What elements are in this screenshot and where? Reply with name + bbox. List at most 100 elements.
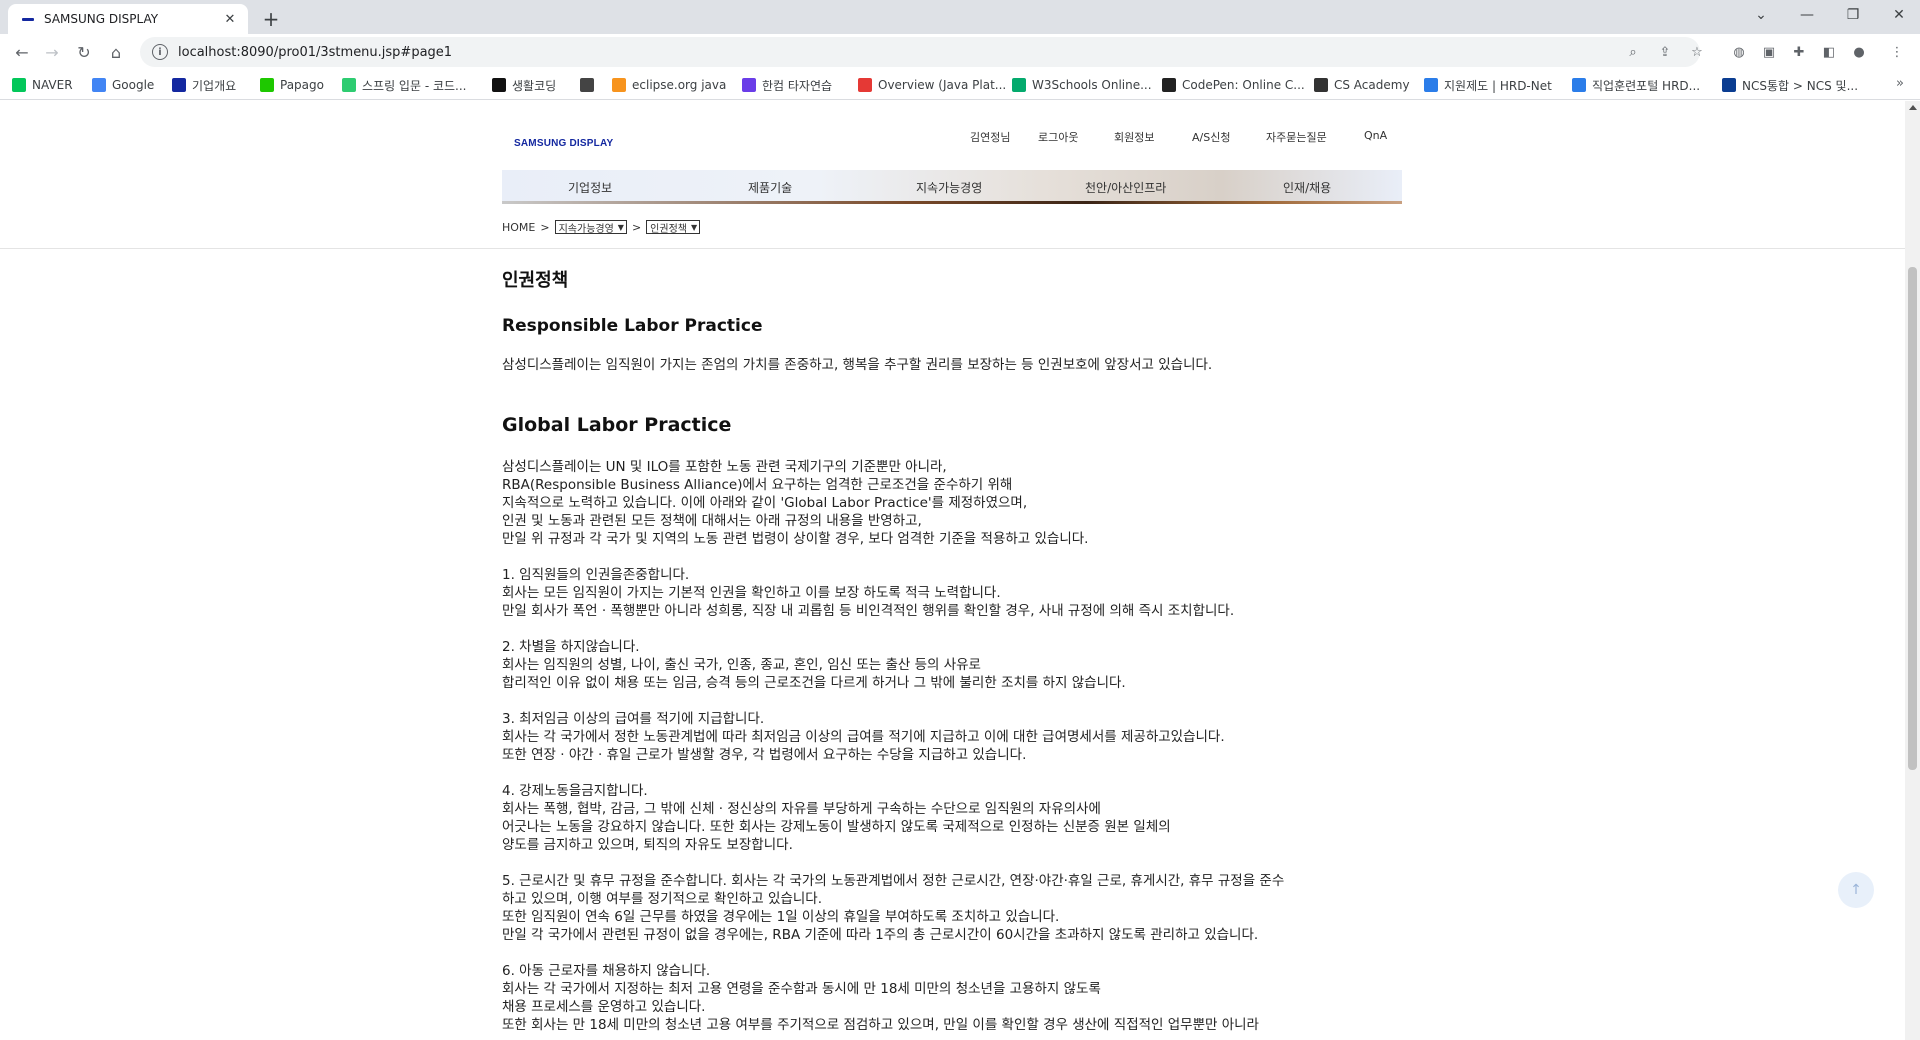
page-viewport: SAMSUNG DISPLAY 김연정님 로그아웃 회원정보 A/S신청 자주묻… xyxy=(0,101,1905,1040)
forward-arrow-icon[interactable]: → xyxy=(38,38,66,66)
hrd-net-icon xyxy=(1424,78,1438,92)
profile-avatar-icon[interactable]: ● xyxy=(1848,41,1870,63)
breadcrumb: HOME > 지속가능경영 ▼ > 인권정책 ▼ xyxy=(502,218,705,236)
back-arrow-icon[interactable]: ← xyxy=(8,38,36,66)
share-icon[interactable]: ⇪ xyxy=(1656,43,1674,61)
scroll-to-top-icon[interactable]: ↑ xyxy=(1838,872,1874,908)
policy-text-line: 어긋나는 노동을 강요하지 않습니다. 또한 회사는 강제노동이 발생하지 않도… xyxy=(502,819,1171,835)
policy-text-line: 하고 있으며, 이행 여부를 정기적으로 확인하고 있습니다. xyxy=(502,891,822,907)
breadcrumb-page-select[interactable]: 인권정책 ▼ xyxy=(646,220,701,235)
close-window-button[interactable]: ✕ xyxy=(1876,0,1920,30)
address-bar[interactable]: i localhost:8090/pro01/3stmenu.jsp#page1 xyxy=(140,37,1700,67)
page-scrollbar[interactable] xyxy=(1905,101,1920,1040)
as-request-link[interactable]: A/S신청 xyxy=(1192,129,1230,145)
nav-product-tech[interactable]: 제품기술 xyxy=(748,179,792,196)
tab-title: SAMSUNG DISPLAY xyxy=(44,12,159,26)
breadcrumb-home[interactable]: HOME xyxy=(502,221,535,234)
nav-sustainability[interactable]: 지속가능경영 xyxy=(916,179,982,196)
nav-recruit[interactable]: 인재/채용 xyxy=(1283,179,1331,196)
bookmarks-bar: NAVER Google 기업개요 Papago 스프링 입문 - 코드... … xyxy=(0,70,1920,100)
bookmark-item[interactable]: W3Schools Online... xyxy=(1012,76,1152,94)
eclipse-icon xyxy=(612,78,626,92)
bookmark-item[interactable]: CS Academy xyxy=(1314,76,1410,94)
minimize-button[interactable]: — xyxy=(1784,0,1830,30)
samsung-display-logo[interactable]: SAMSUNG DISPLAY xyxy=(514,138,613,149)
policy-text-line: 회사는 모든 임직원이 가지는 기본적 인권을 확인하고 이를 보장 하도록 적… xyxy=(502,585,1001,601)
policy-text-line: 만일 각 국가에서 관련된 규정이 없을 경우에는, RBA 기준에 따라 1주… xyxy=(502,927,1259,943)
section-title-responsible: Responsible Labor Practice xyxy=(502,316,763,336)
ncs-icon xyxy=(1722,78,1736,92)
bookmark-item[interactable]: Google xyxy=(92,76,154,94)
policy-text-line: 만일 회사가 폭언 · 폭행뿐만 아니라 성희롱, 직장 내 괴롭힘 등 비인격… xyxy=(502,603,1235,619)
extension-icon[interactable]: ◍ xyxy=(1728,41,1750,63)
extensions-puzzle-icon[interactable]: ✚ xyxy=(1788,41,1810,63)
browser-toolbar: ← → ↻ ⌂ i localhost:8090/pro01/3stmenu.j… xyxy=(0,34,1920,70)
bookmarks-more-icon[interactable]: » xyxy=(1896,76,1904,91)
tab-close-icon[interactable]: ✕ xyxy=(222,11,238,27)
bookmark-item[interactable]: 한컴 타자연습 xyxy=(742,76,832,94)
samsung-icon xyxy=(172,78,186,92)
w3schools-icon xyxy=(1012,78,1026,92)
side-panel-icon[interactable]: ◧ xyxy=(1818,41,1840,63)
policy-text-line: 6. 아동 근로자를 채용하지 않습니다. xyxy=(502,963,711,979)
main-nav: 기업정보 제품기술 지속가능경영 천안/아산인프라 인재/채용 xyxy=(502,170,1402,204)
policy-text-line: 5. 근로시간 및 휴무 규정을 준수합니다. 회사는 각 국가의 노동관계법에… xyxy=(502,873,1285,889)
scrollbar-thumb[interactable] xyxy=(1908,267,1917,770)
bookmark-item[interactable]: 직업훈련포털 HRD... xyxy=(1572,76,1700,94)
policy-text-block: 삼성디스플레이는 UN 및 ILO를 포함한 노동 관련 국제기구의 기준뿐만 … xyxy=(502,458,1402,1034)
policy-text-line: 인권 및 노동과 관련된 모든 정책에 대해서는 아래 규정의 내용을 반영하고… xyxy=(502,513,922,529)
cs-academy-icon xyxy=(1314,78,1328,92)
chevron-down-icon: ▼ xyxy=(617,222,624,232)
policy-text-line: 회사는 폭행, 협박, 감금, 그 밖에 신체 · 정신상의 자유를 부당하게 … xyxy=(502,801,1101,817)
page-title: 인권정책 xyxy=(502,270,569,291)
breadcrumb-category-select[interactable]: 지속가능경영 ▼ xyxy=(554,220,627,235)
bookmark-item[interactable]: Overview (Java Plat... xyxy=(858,76,1006,94)
home-icon[interactable]: ⌂ xyxy=(102,38,130,66)
policy-text-line: 합리적인 이유 없이 채용 또는 임금, 승격 등의 근로조건을 다르게 하거나… xyxy=(502,675,1126,691)
policy-text-line: 회사는 각 국가에서 지정하는 최저 고용 연령을 준수함과 동시에 만 18세… xyxy=(502,981,1101,997)
bookmark-item[interactable]: Papago xyxy=(260,76,324,94)
nav-infra[interactable]: 천안/아산인프라 xyxy=(1085,179,1166,196)
bookmark-item[interactable]: eclipse.org java xyxy=(612,76,726,94)
bookmark-item[interactable]: 스프링 입문 - 코드... xyxy=(342,76,467,94)
nav-company-info[interactable]: 기업정보 xyxy=(568,179,612,196)
browser-tab[interactable]: SAMSUNG DISPLAY ✕ xyxy=(8,4,248,34)
main-content: 인권정책 Responsible Labor Practice 삼성디스플레이는… xyxy=(502,266,1402,1034)
logout-link[interactable]: 로그아웃 xyxy=(1038,129,1078,145)
tab-strip: SAMSUNG DISPLAY ✕ + ⌄ — ❐ ✕ xyxy=(0,0,1920,34)
zoom-icon[interactable]: ⌕ xyxy=(1624,43,1642,61)
site-info-icon[interactable]: i xyxy=(152,44,168,60)
bookmark-star-icon[interactable]: ☆ xyxy=(1688,43,1706,61)
reload-icon[interactable]: ↻ xyxy=(70,38,98,66)
header-divider xyxy=(0,248,1905,249)
section-title-global: Global Labor Practice xyxy=(502,414,732,436)
bookmark-item[interactable]: 지원제도 | HRD-Net xyxy=(1424,76,1552,94)
restore-button[interactable]: ❐ xyxy=(1830,0,1876,30)
bookmark-item[interactable]: 생활코딩 xyxy=(492,76,556,94)
bookmark-item[interactable]: 기업개요 xyxy=(172,76,236,94)
nav-decorative-line xyxy=(502,201,1402,204)
menu-kebab-icon[interactable]: ⋮ xyxy=(1886,41,1908,63)
faq-link[interactable]: 자주묻는질문 xyxy=(1266,129,1327,145)
opentutorials-icon xyxy=(492,78,506,92)
breadcrumb-separator: > xyxy=(540,220,550,234)
policy-text-line: 1. 임직원들의 인권을존중합니다. xyxy=(502,567,690,583)
tab-search-icon[interactable]: ⌄ xyxy=(1738,0,1784,30)
policy-text-line: 회사는 임직원의 성별, 나이, 출신 국가, 인종, 종교, 혼인, 임신 또… xyxy=(502,657,981,673)
qna-link[interactable]: QnA xyxy=(1364,129,1387,145)
tab-manager-icon[interactable]: ▣ xyxy=(1758,41,1780,63)
bookmark-item[interactable]: NAVER xyxy=(12,76,73,94)
scroll-up-icon[interactable] xyxy=(1909,105,1917,110)
policy-text-line: RBA(Responsible Business Alliance)에서 요구하… xyxy=(502,477,1013,493)
policy-text-line: 채용 프로세스를 운영하고 있습니다. xyxy=(502,999,706,1015)
member-info-link[interactable]: 회원정보 xyxy=(1114,129,1154,145)
bookmark-item[interactable]: CodePen: Online C... xyxy=(1162,76,1305,94)
papago-icon xyxy=(260,78,274,92)
google-icon xyxy=(92,78,106,92)
bookmark-item[interactable] xyxy=(580,76,600,94)
new-tab-button[interactable]: + xyxy=(258,6,284,32)
bookmark-item[interactable]: NCS통합 > NCS 및... xyxy=(1722,76,1858,94)
policy-text-line: 회사는 각 국가에서 정한 노동관계법에 따라 최저임금 이상의 급여를 적기에… xyxy=(502,729,1225,745)
